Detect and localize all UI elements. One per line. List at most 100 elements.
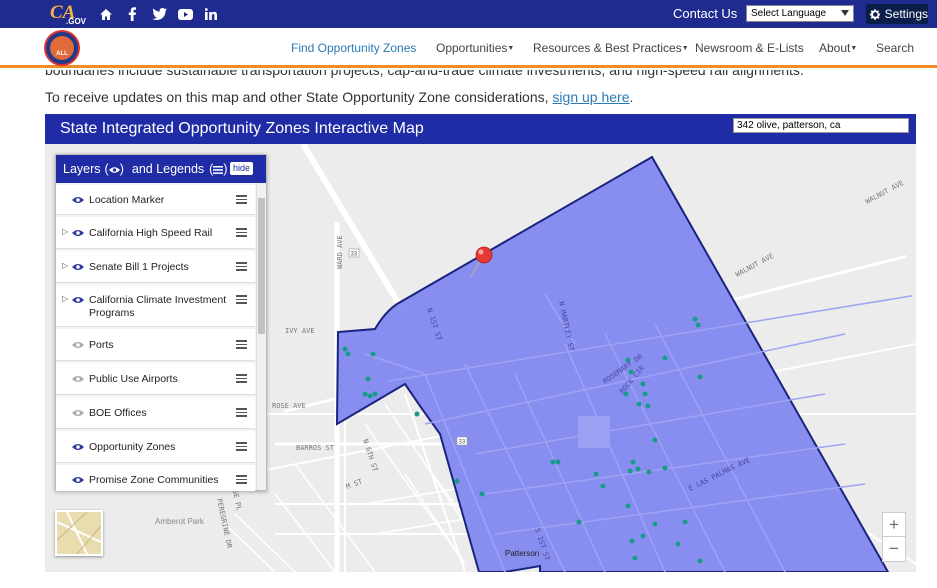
expand-arrow-icon[interactable]: ▷ (62, 294, 68, 303)
twitter-icon[interactable] (150, 5, 168, 23)
street-label-rose-ave: ROSE AVE (272, 402, 306, 410)
layer-label: Senate Bill 1 Projects (89, 261, 189, 273)
street-label-peregrine-dr: PEREGRINE DR (215, 498, 234, 550)
layer-menu-icon[interactable] (236, 262, 247, 273)
layer-menu-icon[interactable] (236, 374, 247, 385)
nav-newsroom-label: Newsroom & E-Lists (695, 41, 804, 55)
nav-newsroom[interactable]: Newsroom & E-Lists (695, 41, 804, 55)
layer-label: Promise Zone Communities (89, 474, 219, 486)
layer-label: Opportunity Zones (89, 441, 176, 453)
updates-period: . (629, 89, 634, 105)
route-shield: 33 (456, 436, 468, 446)
eye-icon[interactable] (72, 374, 84, 384)
facebook-icon[interactable] (123, 5, 141, 23)
zoom-in-button[interactable]: + (883, 513, 905, 537)
nav-resources[interactable]: Resources & Best Practices▼ (533, 41, 689, 55)
park-label: Amberot Park (155, 517, 205, 526)
street-label-walnut-ave-2: WALNUT AVE (734, 252, 775, 279)
map-header: State Integrated Opportunity Zones Inter… (45, 114, 916, 144)
sign-up-link[interactable]: sign up here (552, 89, 629, 105)
nav-search[interactable]: Search (876, 41, 914, 55)
eye-icon[interactable] (72, 475, 84, 485)
youtube-icon[interactable] (176, 5, 194, 23)
street-label-ivy-ave: IVY AVE (285, 327, 315, 335)
layer-menu-icon[interactable] (236, 340, 247, 351)
nav-resources-label: Resources & Best Practices (533, 41, 682, 55)
eye-icon[interactable] (72, 195, 84, 205)
layer-sb1-projects[interactable]: ▷ Senate Bill 1 Projects (56, 251, 255, 283)
map-canvas[interactable]: WARD AVE IVY AVE ROSE AVE BARROS ST WALN… (45, 144, 916, 572)
layer-label: Ports (89, 339, 114, 351)
map-search-input[interactable]: 342 olive, patterson, ca (733, 118, 909, 133)
home-icon[interactable] (97, 5, 115, 23)
layer-menu-icon[interactable] (236, 408, 247, 419)
layer-menu-icon[interactable] (236, 195, 247, 206)
layer-airports[interactable]: Public Use Airports (56, 363, 255, 395)
eye-icon[interactable] (72, 295, 84, 305)
settings-button[interactable]: Settings (866, 4, 928, 24)
layer-location-marker[interactable]: Location Marker (56, 185, 255, 215)
zoom-control: + − (882, 512, 906, 562)
street-label-barros-st: BARROS ST (296, 444, 335, 452)
layer-label: BOE Offices (89, 407, 147, 419)
seal-inner: ALL (50, 36, 74, 60)
basemap-toggle[interactable] (55, 510, 103, 556)
nav-find-opportunity-zones-label: Find Opportunity Zones (291, 41, 417, 55)
layers-scrollbar[interactable] (256, 183, 266, 490)
street-label-walnut-ave: WALNUT AVE (864, 179, 905, 206)
layer-menu-icon[interactable] (236, 442, 247, 453)
layer-menu-icon[interactable] (236, 228, 247, 239)
layer-label: California Climate Investment Programs (89, 294, 227, 319)
layers-panel: Layers () and Legends () hide Location M… (55, 154, 267, 491)
layer-menu-icon[interactable] (236, 295, 247, 306)
eye-icon[interactable] (72, 442, 84, 452)
layer-boe-offices[interactable]: BOE Offices (56, 397, 255, 429)
layer-high-speed-rail[interactable]: ▷ California High Speed Rail (56, 217, 255, 249)
street-label-m-st: M ST (345, 477, 364, 491)
route-shield-label: 33 (351, 252, 358, 258)
route-shield: 33 (348, 248, 360, 258)
eye-icon[interactable] (72, 262, 84, 272)
layer-promise-zones[interactable]: Promise Zone Communities (56, 465, 255, 491)
contact-us-link[interactable]: Contact Us (673, 6, 737, 21)
ca-gov-logo[interactable]: CA .GOV (50, 3, 86, 27)
linkedin-icon[interactable] (202, 5, 220, 23)
layer-climate-investment[interactable]: ▷ California Climate Investment Programs (56, 285, 255, 327)
eye-icon[interactable] (72, 228, 84, 238)
nav-find-opportunity-zones[interactable]: Find Opportunity Zones (291, 41, 416, 55)
language-select-value: Select Language (751, 8, 827, 19)
eye-icon[interactable] (72, 340, 84, 350)
layer-label: Public Use Airports (89, 373, 178, 385)
language-select[interactable]: Select Language (746, 5, 854, 22)
intro-text: boundaries include sustainable transport… (45, 70, 804, 78)
basemap-thumbnail (57, 512, 101, 554)
nav-opportunities[interactable]: Opportunities▼ (436, 41, 514, 55)
caret-down-icon: ▼ (850, 45, 858, 52)
eye-icon[interactable] (72, 408, 84, 418)
updates-text: To receive updates on this map and other… (45, 89, 553, 105)
layers-panel-header: Layers () and Legends () hide (56, 155, 266, 183)
city-label: Patterson (505, 549, 539, 558)
expand-arrow-icon[interactable]: ▷ (62, 227, 68, 236)
layer-label: Location Marker (89, 194, 165, 206)
opportunity-zones-seal-logo[interactable]: ALL (44, 30, 80, 66)
zone-building (578, 416, 610, 448)
nav-about[interactable]: About▼ (819, 41, 857, 55)
map-title: State Integrated Opportunity Zones Inter… (60, 120, 424, 137)
legends-title: and Legends (131, 162, 205, 176)
layer-menu-icon[interactable] (236, 475, 247, 486)
main-nav: ALL Find Opportunity Zones Opportunities… (0, 28, 937, 68)
eye-icon: () (104, 162, 124, 176)
nav-about-label: About (819, 41, 851, 55)
top-bar: CA .GOV Contact Us Select Language Setti… (0, 0, 937, 28)
intro-text-partial: boundaries include sustainable transport… (45, 70, 804, 81)
seal-text: ALL (56, 51, 68, 57)
scrollbar-thumb[interactable] (258, 198, 265, 334)
gear-icon (869, 8, 881, 20)
zoom-out-button[interactable]: − (883, 537, 905, 561)
chevron-down-icon (841, 10, 849, 16)
layer-opportunity-zones[interactable]: Opportunity Zones (56, 431, 255, 463)
hide-layers-button[interactable]: hide (229, 162, 253, 175)
layer-ports[interactable]: Ports (56, 329, 255, 361)
expand-arrow-icon[interactable]: ▷ (62, 261, 68, 270)
